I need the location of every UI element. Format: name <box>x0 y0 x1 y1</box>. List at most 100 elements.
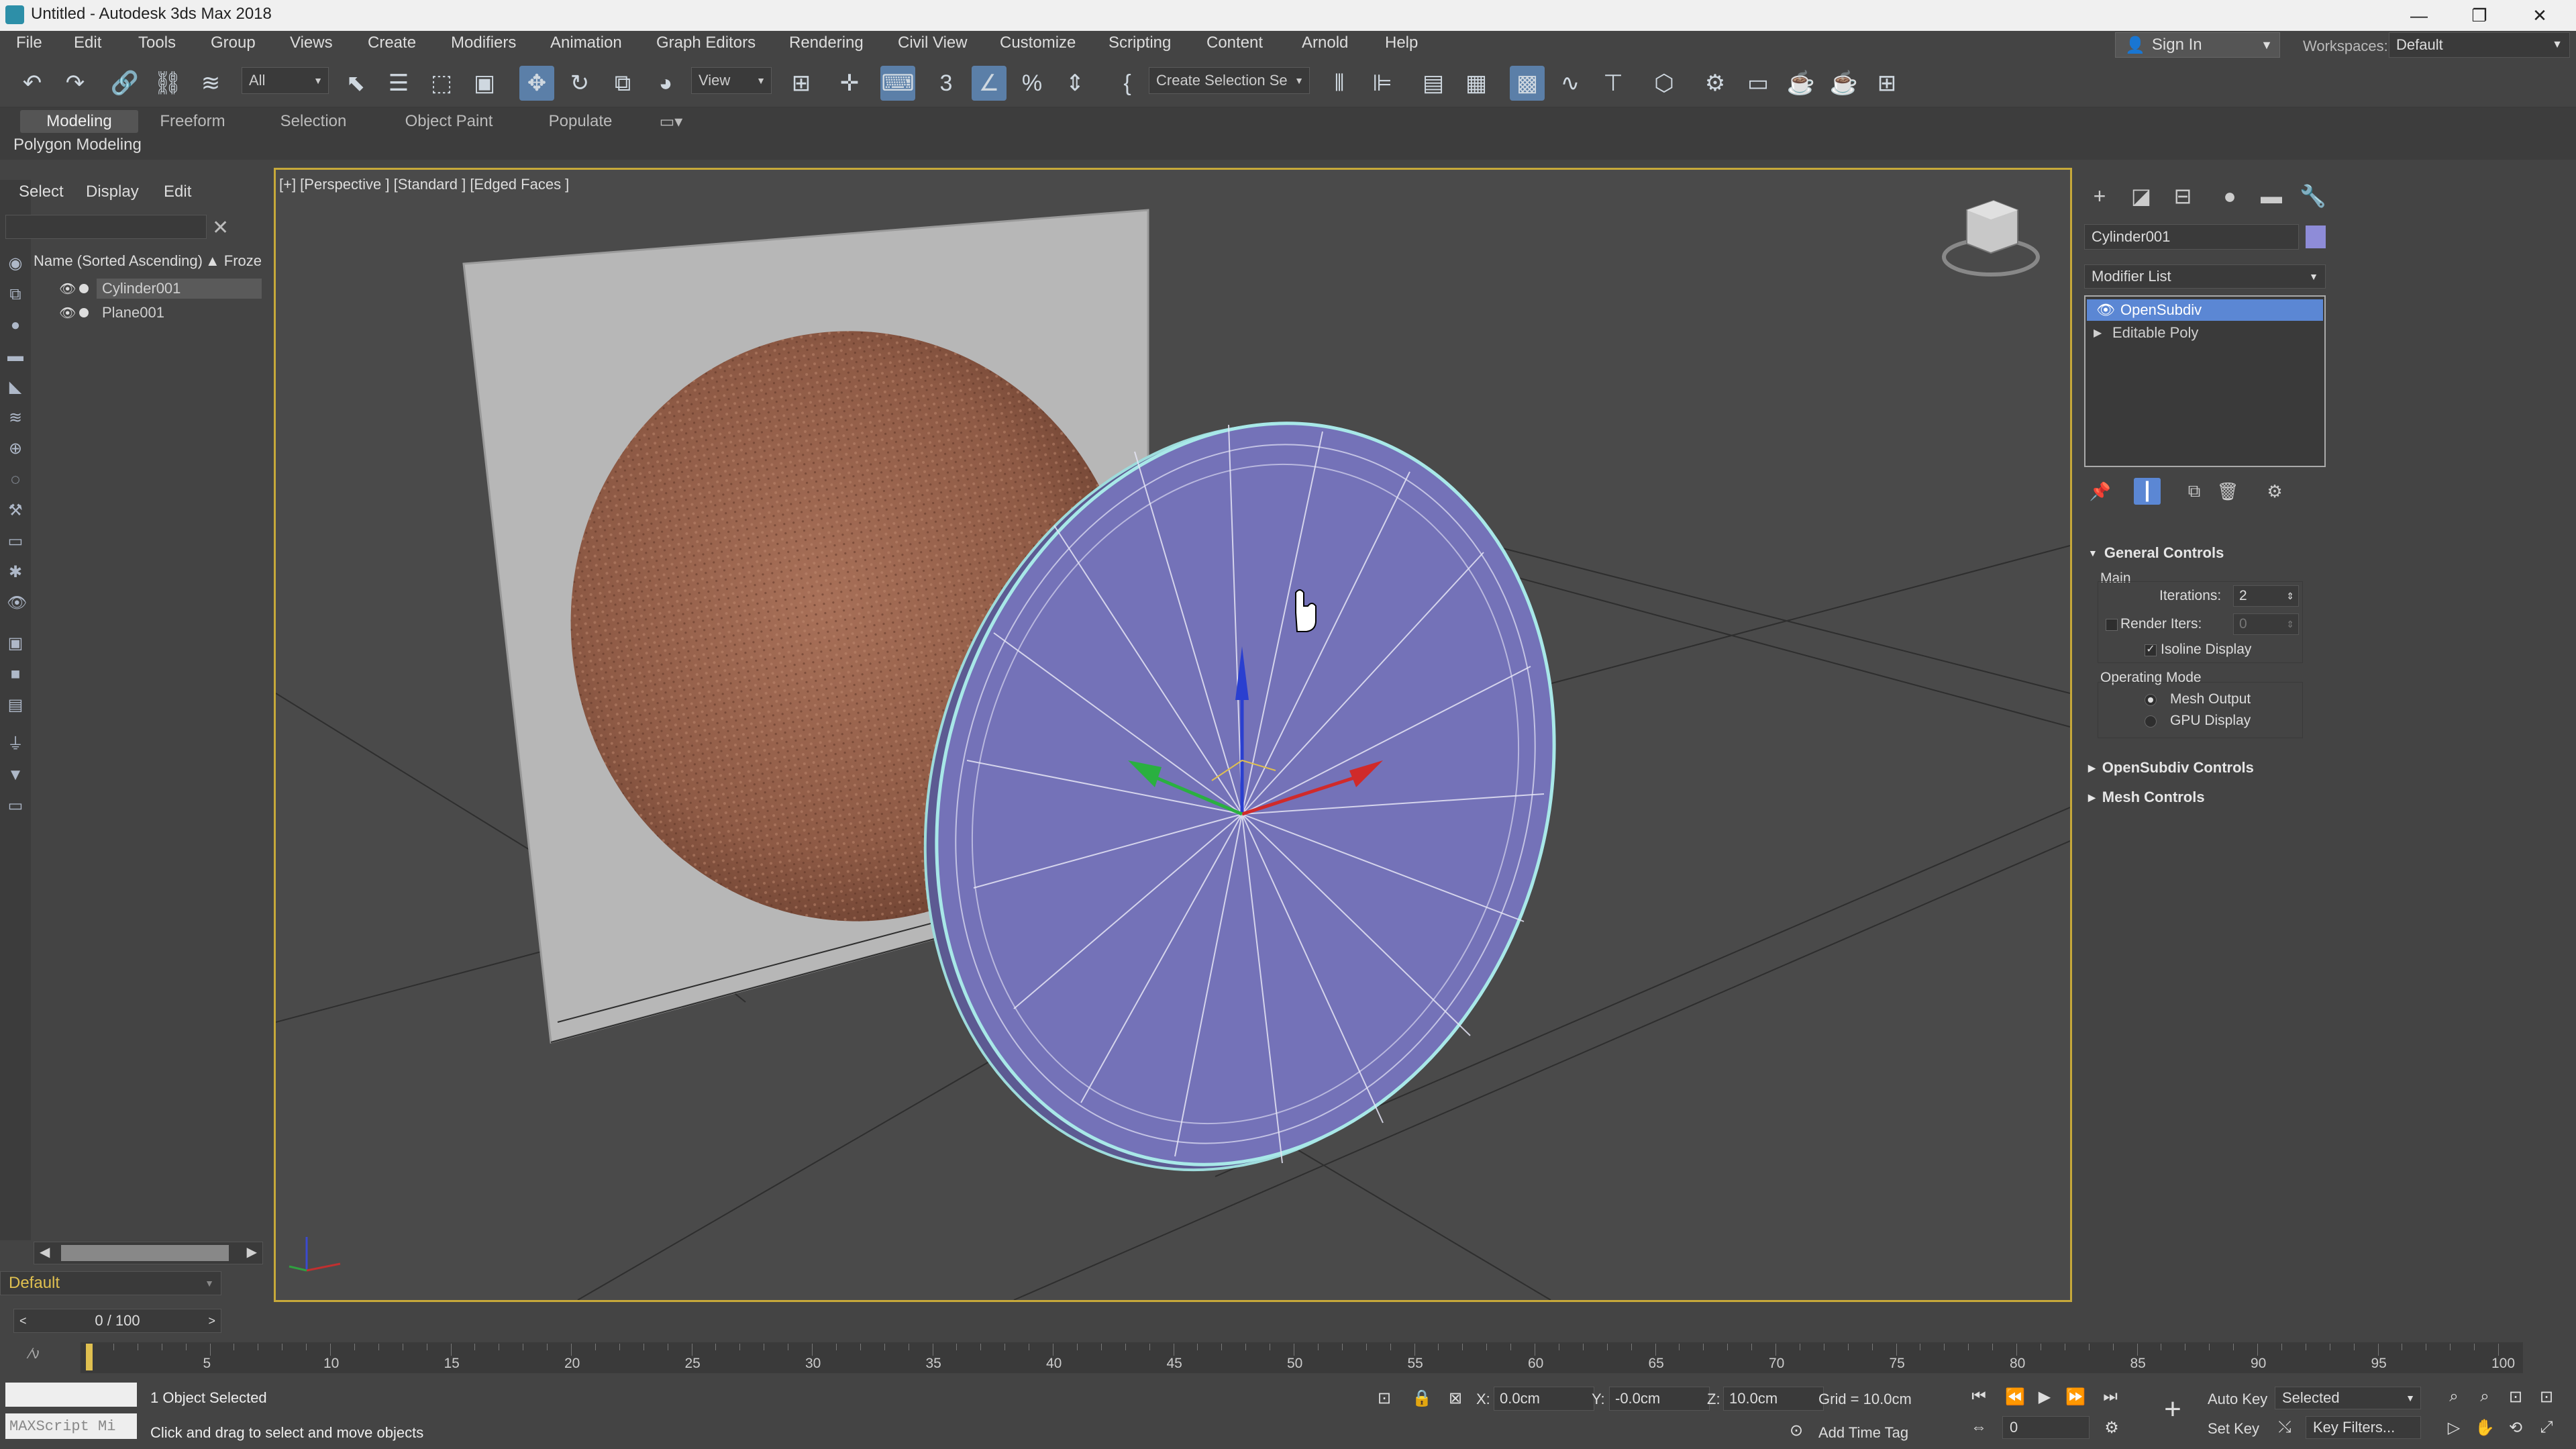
unlink-icon[interactable]: ⛓ <box>150 66 185 101</box>
scrollbar-thumb[interactable] <box>61 1245 229 1261</box>
menu-group[interactable]: Group <box>211 34 256 52</box>
menu-customize[interactable]: Customize <box>1000 34 1076 52</box>
set-key-button[interactable]: Set Key <box>2208 1420 2259 1438</box>
prev-frame-icon[interactable]: < <box>19 1314 27 1328</box>
field-of-view-icon[interactable]: ▷ <box>2442 1416 2465 1439</box>
select-and-rotate-icon[interactable]: ↻ <box>562 66 597 101</box>
render-iters-checkbox[interactable] <box>2106 619 2118 631</box>
column-frozen[interactable]: ▲ Froze <box>205 252 262 270</box>
restore-button[interactable]: ❐ <box>2449 0 2510 31</box>
material-editor-icon[interactable]: ⬡ <box>1647 66 1682 101</box>
snaps-toggle-icon[interactable]: 3 <box>929 66 964 101</box>
display-all-icon[interactable]: ⧉ <box>7 286 24 303</box>
visibility-filter-icon[interactable]: 👁 <box>7 595 27 612</box>
stack-item-opensubdiv[interactable]: 👁 OpenSubdiv <box>2087 299 2323 321</box>
eye-icon[interactable]: 👁 <box>59 281 76 297</box>
menu-rendering[interactable]: Rendering <box>789 34 864 52</box>
stack-item-editable-poly[interactable]: ▶ Editable Poly <box>2087 322 2323 344</box>
render-iters-spinner[interactable]: 0 ⇕ <box>2233 613 2299 635</box>
funnel-icon[interactable]: ▼ <box>7 766 24 784</box>
filter-funnel-icon[interactable]: ⏚ <box>7 736 24 753</box>
hierarchy-tab-icon[interactable]: ⊟ <box>2166 181 2200 211</box>
go-to-end-icon[interactable]: ⏭ <box>2099 1385 2122 1408</box>
menu-file[interactable]: File <box>16 34 42 52</box>
previous-frame-icon[interactable]: ⏪ <box>2004 1385 2026 1408</box>
column-name[interactable]: Name (Sorted Ascending) <box>34 252 203 270</box>
render-activeshade-icon[interactable]: ☕ <box>1826 66 1861 101</box>
scene-explorer-icon[interactable]: ▤ <box>1416 66 1451 101</box>
pan-view-icon[interactable]: ✋ <box>2473 1416 2496 1439</box>
isoline-display-checkbox[interactable]: ✓ <box>2145 644 2157 656</box>
maxscript-listener[interactable]: MAXScript Mi <box>5 1413 137 1439</box>
time-configuration-icon[interactable]: ⚙ <box>2100 1416 2123 1439</box>
helpers-filter-icon[interactable]: ⊕ <box>7 440 24 458</box>
render-production-icon[interactable]: ☕ <box>1784 66 1818 101</box>
zoom-icon[interactable]: ⌕ <box>2442 1385 2465 1408</box>
track-bar-toggle-icon[interactable]: ⁄ν <box>30 1345 40 1362</box>
scroll-left-icon[interactable]: ◀ <box>40 1244 50 1260</box>
isolate-selection-icon[interactable]: ⊡ <box>1373 1387 1396 1409</box>
frozen-filter-icon[interactable]: ■ <box>7 666 24 683</box>
space-warps-filter-icon[interactable]: ◌ <box>7 471 24 489</box>
add-time-tag[interactable]: Add Time Tag <box>1818 1424 1908 1442</box>
percent-snap-icon[interactable]: % <box>1015 66 1049 101</box>
gpu-display-radio[interactable] <box>2145 715 2157 728</box>
eye-icon[interactable]: 👁 <box>2096 301 2120 319</box>
keyboard-shortcut-override-icon[interactable]: ⌨ <box>880 66 915 101</box>
rendered-frame-window-icon[interactable]: ▭ <box>1741 66 1775 101</box>
list-item[interactable]: 👁 Plane001 <box>34 302 262 323</box>
tab-object-paint[interactable]: Object Paint <box>392 110 506 133</box>
explorer-menu-display[interactable]: Display <box>86 183 139 201</box>
create-tab-icon[interactable]: + <box>2083 181 2116 211</box>
tab-selection[interactable]: Selection <box>263 110 364 133</box>
maxscript-output[interactable] <box>5 1383 137 1407</box>
remove-modifier-icon[interactable]: 🗑 <box>2214 478 2241 505</box>
expand-triangle-icon[interactable]: ▶ <box>2094 326 2112 340</box>
menu-create[interactable]: Create <box>368 34 416 52</box>
motion-tab-icon[interactable]: ● <box>2213 181 2247 211</box>
display-tab-icon[interactable]: ▬ <box>2255 181 2288 211</box>
time-tag-icon[interactable]: ⊙ <box>1785 1419 1808 1442</box>
modify-tab-icon[interactable]: ◪ <box>2124 181 2158 211</box>
menu-animation[interactable]: Animation <box>550 34 622 52</box>
menu-tools[interactable]: Tools <box>138 34 176 52</box>
explorer-scrollbar[interactable]: ◀ ▶ <box>34 1242 263 1264</box>
explorer-menu-select[interactable]: Select <box>19 183 64 201</box>
sign-in-button[interactable]: 👤 Sign In ▼ <box>2115 32 2280 58</box>
time-slider[interactable]: < 0 / 100 > <box>13 1309 221 1333</box>
zoom-all-icon[interactable]: ⌕ <box>2473 1385 2496 1408</box>
ribbon-options-icon[interactable]: ▭▾ <box>651 110 691 133</box>
link-icon[interactable]: 🔗 <box>107 66 142 101</box>
curve-editor-icon[interactable]: ∿ <box>1553 66 1588 101</box>
clear-search-icon[interactable]: ✕ <box>212 216 229 240</box>
rollout-opensubdiv-controls[interactable]: ▶ OpenSubdiv Controls <box>2088 756 2316 780</box>
spinner-arrows-icon[interactable]: ⇕ <box>2286 591 2294 602</box>
make-unique-icon[interactable]: ⧉ <box>2181 478 2208 505</box>
tab-populate[interactable]: Populate <box>530 110 631 133</box>
explorer-column-header[interactable]: Name (Sorted Ascending) ▲ Froze <box>34 252 262 270</box>
spinner-arrows-icon[interactable]: ⇕ <box>2286 619 2294 630</box>
layer-explorer-icon[interactable]: ▦ <box>1459 66 1494 101</box>
tab-freeform[interactable]: Freeform <box>142 110 243 133</box>
object-name-field[interactable]: Cylinder001 <box>2084 224 2299 250</box>
undo-icon[interactable]: ↶ <box>15 66 50 101</box>
explorer-menu-edit[interactable]: Edit <box>164 183 191 201</box>
select-and-move-icon[interactable]: ✥ <box>519 66 554 101</box>
auto-key-button[interactable]: Auto Key <box>2208 1391 2267 1408</box>
key-filters-button[interactable]: Key Filters... <box>2306 1416 2421 1439</box>
next-frame-icon[interactable]: > <box>208 1314 215 1328</box>
select-and-scale-icon[interactable]: ⧉ <box>605 66 640 101</box>
key-mode-dropdown[interactable]: Selected ▼ <box>2275 1387 2421 1409</box>
set-key-plus-icon[interactable]: + <box>2153 1389 2193 1430</box>
configure-modifier-sets-icon[interactable]: ⚙ <box>2261 478 2288 505</box>
named-selection-dropdown[interactable]: Create Selection Se ▼ <box>1149 67 1310 94</box>
key-mode-toggle-icon[interactable]: ⇔ <box>1967 1416 1990 1439</box>
containers-filter-icon[interactable]: ▣ <box>7 635 24 652</box>
default-in-out-tangents-icon[interactable]: ⤯ <box>2273 1416 2296 1439</box>
mirror-icon[interactable]: ⫴ <box>1322 66 1357 101</box>
menu-edit[interactable]: Edit <box>74 34 101 52</box>
menu-scripting[interactable]: Scripting <box>1109 34 1171 52</box>
play-icon[interactable]: ▶ <box>2033 1385 2056 1408</box>
close-button[interactable]: ✕ <box>2510 0 2570 31</box>
toggle-ribbon-icon[interactable]: ▩ <box>1510 66 1545 101</box>
